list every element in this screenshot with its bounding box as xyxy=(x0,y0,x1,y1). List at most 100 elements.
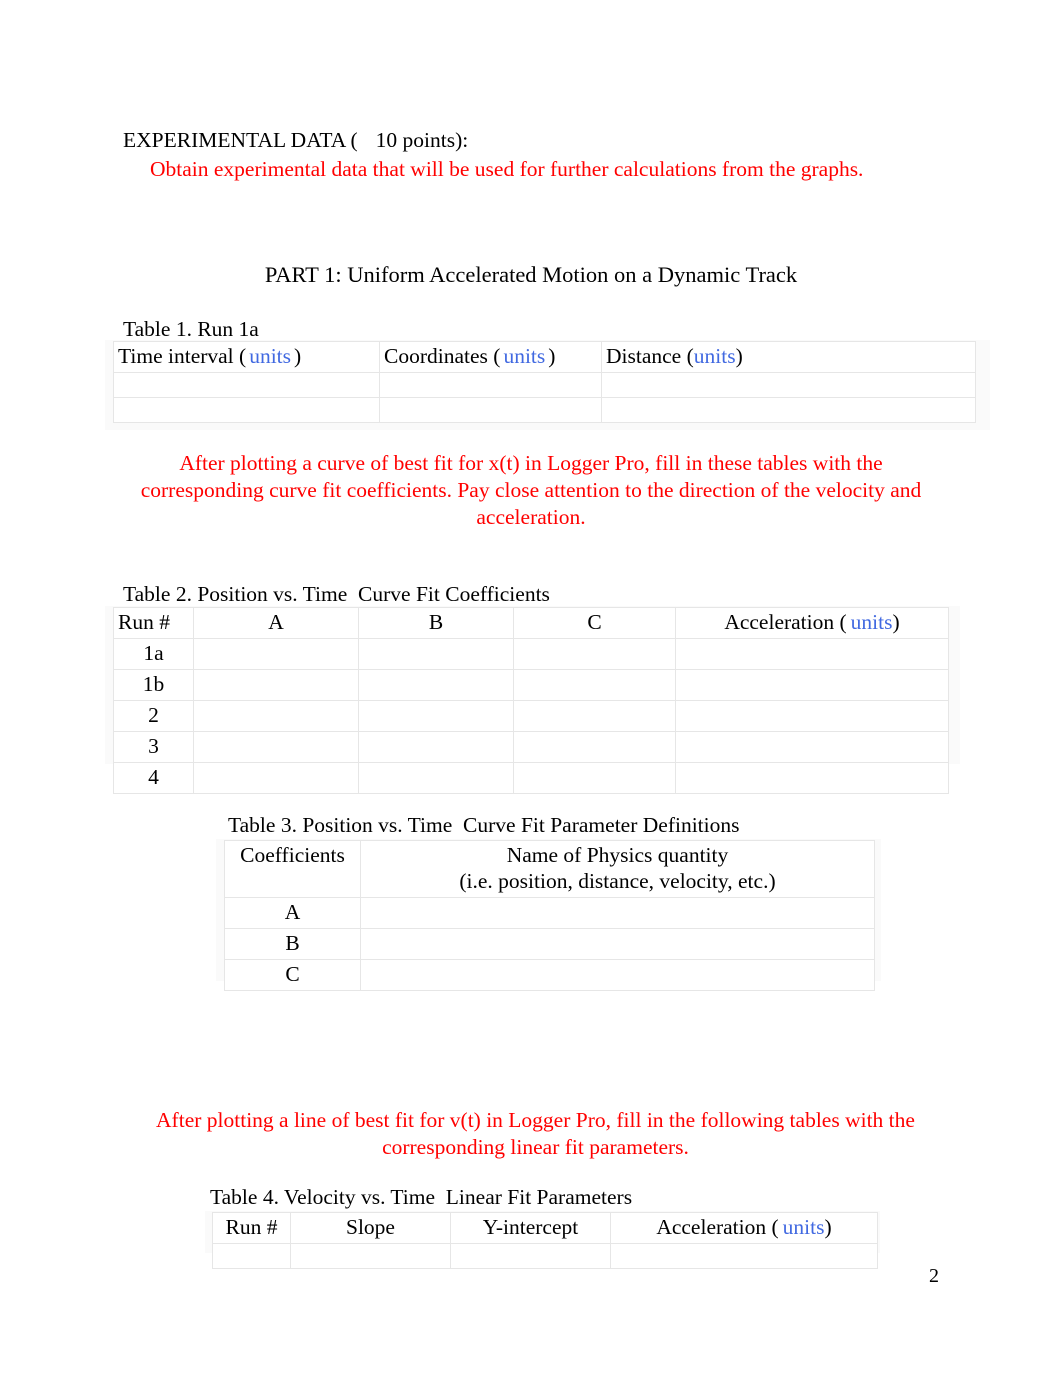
table-2-cell-b[interactable] xyxy=(358,762,514,794)
table-row xyxy=(212,1243,878,1269)
acceleration-label: Acceleration ( xyxy=(724,610,847,634)
table-2-cell-acceleration[interactable] xyxy=(675,669,949,701)
units-token: units xyxy=(782,1215,825,1239)
paren-close: ) xyxy=(892,610,900,634)
paren-close: ) xyxy=(824,1215,832,1239)
table-2-cell-c[interactable] xyxy=(513,669,676,701)
table-row: Run # Slope Y-intercept Acceleration (un… xyxy=(212,1212,878,1244)
table-row xyxy=(113,372,976,398)
distance-label: Distance ( xyxy=(606,344,694,368)
table-2-cell-a[interactable] xyxy=(193,762,359,794)
table-2-header-a: A xyxy=(193,607,359,639)
linear-fit-instruction: After plotting a line of best fit for v(… xyxy=(156,1108,915,1159)
table-row: 1b xyxy=(113,669,949,701)
experimental-data-points: 10 points): xyxy=(375,128,469,152)
table-2-header-b: B xyxy=(358,607,514,639)
table-4-cell-slope[interactable] xyxy=(290,1243,451,1269)
table-4-header-slope: Slope xyxy=(290,1212,451,1244)
table-row: 4 xyxy=(113,762,949,794)
units-token: units xyxy=(249,344,292,368)
table-2-cell-a[interactable] xyxy=(193,731,359,763)
table-2-cell-acceleration[interactable] xyxy=(675,731,949,763)
table-1-cell-coordinates[interactable] xyxy=(379,397,602,423)
table-row: 3 xyxy=(113,731,949,763)
part-1-title: PART 1: Uniform Accelerated Motion on a … xyxy=(264,262,798,287)
table-1-header-coordinates: Coordinates (units) xyxy=(379,341,602,373)
paren-close: ) xyxy=(735,344,743,368)
table-2-cell-b[interactable] xyxy=(358,638,514,670)
paren-close: ) xyxy=(294,344,302,368)
table-2-cell-c[interactable] xyxy=(513,762,676,794)
table-3-cell-quantity[interactable] xyxy=(360,897,875,929)
table-1-header-distance: Distance (units) xyxy=(601,341,976,373)
table-3-coefficient-label: B xyxy=(224,928,361,960)
table-2-run-label: 2 xyxy=(113,700,194,732)
experimental-data-heading: EXPERIMENTAL DATA ( 10 points): xyxy=(123,125,468,155)
table-4-caption: Table 4. Velocity vs. Time Linear Fit Pa… xyxy=(210,1185,633,1209)
table-row: 1a xyxy=(113,638,949,670)
table-row: Time interval (units) Coordinates (units… xyxy=(113,341,976,373)
table-2-cell-b[interactable] xyxy=(358,669,514,701)
table-3-cell-quantity[interactable] xyxy=(360,928,875,960)
coordinates-label: Coordinates ( xyxy=(384,344,501,368)
table-4-cell-acceleration[interactable] xyxy=(610,1243,878,1269)
table-1-cell-coordinates[interactable] xyxy=(379,372,602,398)
table-2-run-label: 3 xyxy=(113,731,194,763)
table-2-run-label: 4 xyxy=(113,762,194,794)
units-token: units xyxy=(503,344,546,368)
acceleration-label: Acceleration ( xyxy=(656,1215,779,1239)
table-2-cell-acceleration[interactable] xyxy=(675,762,949,794)
table-3-coefficient-label: C xyxy=(224,959,361,991)
table-2-cell-b[interactable] xyxy=(358,700,514,732)
table-4-header-run: Run # xyxy=(212,1212,291,1244)
table-2-cell-a[interactable] xyxy=(193,700,359,732)
table-2-cell-c[interactable] xyxy=(513,700,676,732)
table-4: Run # Slope Y-intercept Acceleration (un… xyxy=(212,1212,878,1269)
table-2-cell-acceleration[interactable] xyxy=(675,638,949,670)
table-row: 2 xyxy=(113,700,949,732)
table-3-header-quantity: Name of Physics quantity (i.e. position,… xyxy=(360,840,875,898)
table-2-cell-a[interactable] xyxy=(193,638,359,670)
table-1-cell-time-interval[interactable] xyxy=(113,397,380,423)
table-3-header-coefficients: Coefficients xyxy=(224,840,361,898)
table-1-cell-time-interval[interactable] xyxy=(113,372,380,398)
table-3-caption: Table 3. Position vs. Time Curve Fit Par… xyxy=(228,813,740,837)
document-page: EXPERIMENTAL DATA ( 10 points): Obtain ex… xyxy=(0,0,1062,1376)
time-interval-label: Time interval ( xyxy=(118,344,247,368)
table-4-cell-run[interactable] xyxy=(212,1243,291,1269)
table-2-cell-c[interactable] xyxy=(513,638,676,670)
table-1-cell-distance[interactable] xyxy=(601,372,976,398)
table-row: C xyxy=(224,959,875,991)
table-2-caption: Table 2. Position vs. Time Curve Fit Coe… xyxy=(123,582,550,606)
units-token: units xyxy=(693,344,736,368)
table-1-cell-distance[interactable] xyxy=(601,397,976,423)
experimental-data-title: EXPERIMENTAL DATA ( xyxy=(123,128,358,152)
paren-close: ) xyxy=(548,344,556,368)
page-number: 2 xyxy=(929,1265,939,1287)
table-row xyxy=(113,397,976,423)
experimental-data-instruction: Obtain experimental data that will be us… xyxy=(150,157,864,181)
table-4-header-acceleration: Acceleration (units) xyxy=(610,1212,878,1244)
curve-fit-instruction: After plotting a curve of best fit for x… xyxy=(140,451,922,529)
table-row: B xyxy=(224,928,875,960)
table-3-cell-quantity[interactable] xyxy=(360,959,875,991)
table-4-cell-y-intercept[interactable] xyxy=(450,1243,611,1269)
table-4-header-y-intercept: Y-intercept xyxy=(450,1212,611,1244)
table-1-caption: Table 1. Run 1a xyxy=(123,317,259,341)
table-1: Time interval (units) Coordinates (units… xyxy=(113,341,976,423)
table-2-run-label: 1a xyxy=(113,638,194,670)
table-2-cell-b[interactable] xyxy=(358,731,514,763)
table-2-header-run: Run # xyxy=(113,607,194,639)
table-2-cell-a[interactable] xyxy=(193,669,359,701)
table-2-header-acceleration: Acceleration (units) xyxy=(675,607,949,639)
table-row: Run # A B C Acceleration (units) xyxy=(113,607,949,639)
table-row: A xyxy=(224,897,875,929)
table-2-cell-acceleration[interactable] xyxy=(675,700,949,732)
table-row: Coefficients Name of Physics quantity (i… xyxy=(224,840,875,898)
units-token: units xyxy=(850,610,893,634)
table-3-coefficient-label: A xyxy=(224,897,361,929)
table-2-run-label: 1b xyxy=(113,669,194,701)
table-2-cell-c[interactable] xyxy=(513,731,676,763)
table-2-header-c: C xyxy=(513,607,676,639)
table-3: Coefficients Name of Physics quantity (i… xyxy=(224,840,875,991)
